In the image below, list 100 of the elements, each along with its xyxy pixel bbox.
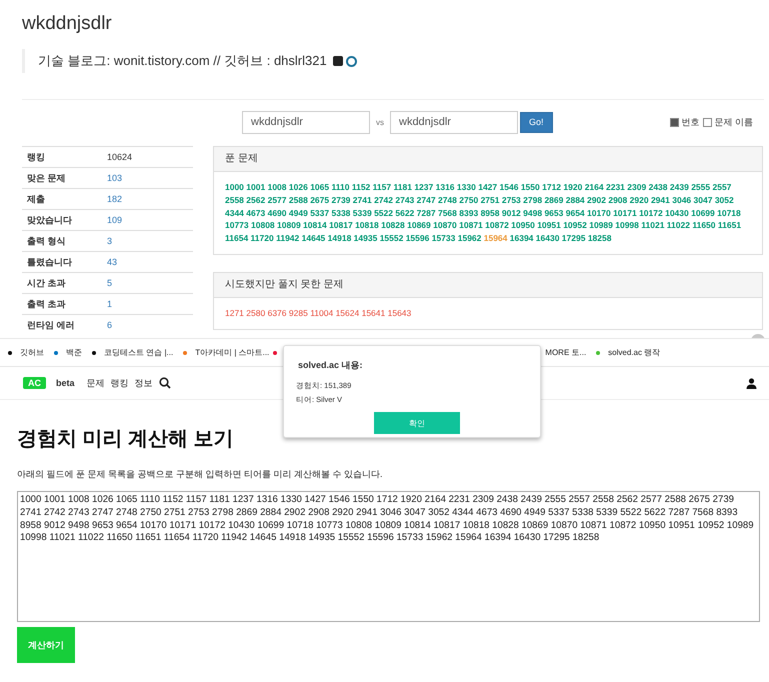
problem-link[interactable]: 10828 bbox=[381, 220, 405, 230]
problem-link[interactable]: 2675 bbox=[310, 194, 330, 205]
problem-link[interactable]: 1316 bbox=[436, 182, 455, 192]
problem-link[interactable]: 1008 bbox=[268, 182, 287, 192]
stat-link[interactable]: 6 bbox=[102, 314, 193, 336]
problem-link[interactable]: 10809 bbox=[277, 220, 301, 230]
nav-link[interactable]: 문제 bbox=[86, 376, 105, 390]
problem-link[interactable]: 5337 bbox=[310, 208, 330, 218]
problem-link[interactable]: 9012 bbox=[502, 208, 521, 218]
problem-link[interactable]: 17295 bbox=[562, 233, 586, 244]
problem-link[interactable]: 15641 bbox=[362, 308, 386, 318]
problem-link[interactable]: 2747 bbox=[416, 194, 436, 205]
stat-link[interactable]: 5 bbox=[102, 272, 193, 294]
bookmark[interactable]: 코딩테스트 연습 |... bbox=[104, 347, 174, 358]
problem-link[interactable]: 14645 bbox=[302, 233, 326, 244]
problem-link[interactable]: 2741 bbox=[352, 194, 372, 205]
problem-link[interactable]: 1427 bbox=[478, 182, 498, 192]
problem-link[interactable]: 2558 bbox=[225, 194, 244, 205]
problem-link[interactable]: 10989 bbox=[589, 220, 613, 230]
problem-link[interactable]: 2884 bbox=[566, 194, 585, 205]
bookmark[interactable]: solved.ac 랭작 bbox=[608, 347, 660, 358]
problem-link[interactable]: 14918 bbox=[328, 233, 352, 244]
problem-link[interactable]: 7568 bbox=[438, 208, 457, 218]
input-field[interactable]: 1000 1001 1008 1026 1065 1110 1152 1157 1181 1237 1316 1330 1427 1546 1550 1712 1920 2164 2231 2309 2438 2439 2555 2557 2558 2562 2577 2588 2675 2739 2741 2742 2743 2747 2748 2750 2751 2753 2798 2869 2884 2902 2908 2920 2941 3046 3047 3052 4344 4673 4690 4949 5337 5338 5339 5522 5622 7287 7568 8393 8958 9012 9498 9653 9654 10170 10171 10172 10430 10699 10718 10773 10808 10809 10814 10817 10818 10828 10869 10870 10871 10872 10950 10951 10952 10989 10998 11021 11022 11650 11651 11654 11720 11942 14645 14918 14935 15552 15596 15733 15962 15964 16394 16430 17295 18258 bbox=[17, 491, 760, 622]
problem-link[interactable]: 2742 bbox=[374, 194, 393, 205]
stat-link[interactable]: 182 bbox=[102, 188, 193, 210]
problem-link[interactable]: 1237 bbox=[414, 182, 434, 192]
problem-link[interactable]: 10170 bbox=[587, 208, 611, 218]
problem-link[interactable]: 5522 bbox=[374, 208, 393, 218]
problem-link[interactable]: 10172 bbox=[639, 208, 663, 218]
user-field[interactable]: wkddnjsdlr bbox=[390, 110, 518, 134]
stat-link[interactable]: 1 bbox=[102, 294, 193, 314]
problem-link[interactable]: 2577 bbox=[268, 194, 287, 205]
problem-link[interactable]: 10814 bbox=[303, 220, 327, 230]
problem-link[interactable]: 2739 bbox=[331, 194, 350, 205]
problem-link[interactable]: 2751 bbox=[480, 194, 500, 205]
problem-link[interactable]: 2580 bbox=[246, 308, 266, 318]
problem-link[interactable]: 1001 bbox=[246, 182, 266, 192]
problem-link[interactable]: 9285 bbox=[288, 308, 308, 318]
problem-link[interactable]: 9654 bbox=[566, 208, 585, 218]
problem-link[interactable]: 4344 bbox=[225, 208, 244, 218]
problem-link[interactable]: 11651 bbox=[718, 220, 742, 230]
problem-link[interactable]: 2557 bbox=[712, 182, 732, 192]
problem-link[interactable]: 10818 bbox=[355, 220, 379, 230]
problem-link[interactable]: 1000 bbox=[225, 182, 244, 192]
problem-link[interactable]: 2309 bbox=[627, 182, 646, 192]
problem-link[interactable]: 1546 bbox=[500, 182, 518, 192]
problem-link[interactable]: 5338 bbox=[331, 208, 350, 218]
problem-link[interactable]: 2920 bbox=[630, 194, 649, 205]
problem-link[interactable]: 3046 bbox=[672, 194, 692, 205]
problem-link[interactable]: 11004 bbox=[310, 308, 334, 318]
problem-link[interactable]: 1026 bbox=[288, 182, 308, 192]
calculate-button[interactable]: 계산하기 bbox=[17, 627, 75, 663]
nav-link[interactable]: 랭킹 bbox=[110, 376, 129, 390]
problem-link[interactable]: 4949 bbox=[288, 208, 308, 218]
problem-link[interactable]: 10950 bbox=[511, 220, 535, 230]
problem-link[interactable]: 10808 bbox=[251, 220, 275, 230]
problem-link[interactable]: 11942 bbox=[276, 233, 300, 244]
problem-link[interactable]: 4690 bbox=[268, 208, 287, 218]
ok-button[interactable]: 확인 bbox=[374, 412, 460, 434]
user-field[interactable]: wkddnjsdlr bbox=[242, 110, 370, 134]
problem-link[interactable]: 1550 bbox=[520, 182, 540, 192]
problem-link[interactable]: 10870 bbox=[433, 220, 457, 230]
problem-link[interactable]: 7287 bbox=[416, 208, 436, 218]
problem-link[interactable]: 2231 bbox=[606, 182, 625, 192]
bookmark[interactable]: 깃허브 bbox=[20, 347, 44, 358]
problem-link[interactable]: 2941 bbox=[650, 194, 670, 205]
problem-link[interactable]: 11021 bbox=[641, 220, 664, 230]
problem-link[interactable]: 2869 bbox=[544, 194, 564, 205]
problem-link[interactable]: 16394 bbox=[510, 233, 534, 244]
bookmark[interactable]: 백준 bbox=[66, 347, 82, 358]
problem-link[interactable]: 2748 bbox=[438, 194, 457, 205]
problem-link[interactable]: 11654 bbox=[225, 233, 248, 244]
problem-link[interactable]: 10872 bbox=[485, 220, 509, 230]
problem-link[interactable]: 10773 bbox=[225, 220, 249, 230]
problem-link[interactable]: 10718 bbox=[717, 208, 741, 218]
problem-link[interactable]: 11650 bbox=[692, 220, 716, 230]
problem-link[interactable]: 5339 bbox=[352, 208, 372, 218]
problem-link[interactable]: 10171 bbox=[613, 208, 637, 218]
problem-link[interactable]: 11720 bbox=[250, 233, 274, 244]
checkbox[interactable] bbox=[703, 118, 712, 126]
nav-link[interactable]: 정보 bbox=[134, 376, 153, 390]
problem-link[interactable]: 1330 bbox=[456, 182, 476, 192]
problem-link[interactable]: 6376 bbox=[268, 308, 287, 318]
go-button[interactable]: Go! bbox=[520, 112, 553, 132]
problem-link[interactable]: 15552 bbox=[380, 233, 404, 244]
problem-link[interactable]: 11022 bbox=[666, 220, 690, 230]
problem-link[interactable]: 9653 bbox=[544, 208, 564, 218]
problem-link[interactable]: 2588 bbox=[288, 194, 308, 205]
search-icon[interactable] bbox=[158, 377, 171, 389]
problem-link[interactable]: 2555 bbox=[691, 182, 710, 192]
problem-link[interactable]: 14935 bbox=[354, 233, 378, 244]
problem-link[interactable]: 10951 bbox=[537, 220, 561, 230]
problem-link[interactable]: 1181 bbox=[394, 182, 412, 192]
stat-link[interactable]: 109 bbox=[102, 210, 193, 230]
problem-link[interactable]: 2902 bbox=[587, 194, 606, 205]
user-icon[interactable] bbox=[746, 378, 757, 388]
problem-link[interactable]: 1712 bbox=[542, 182, 562, 192]
problem-link[interactable]: 10952 bbox=[563, 220, 587, 230]
problem-link[interactable]: 9498 bbox=[523, 208, 542, 218]
